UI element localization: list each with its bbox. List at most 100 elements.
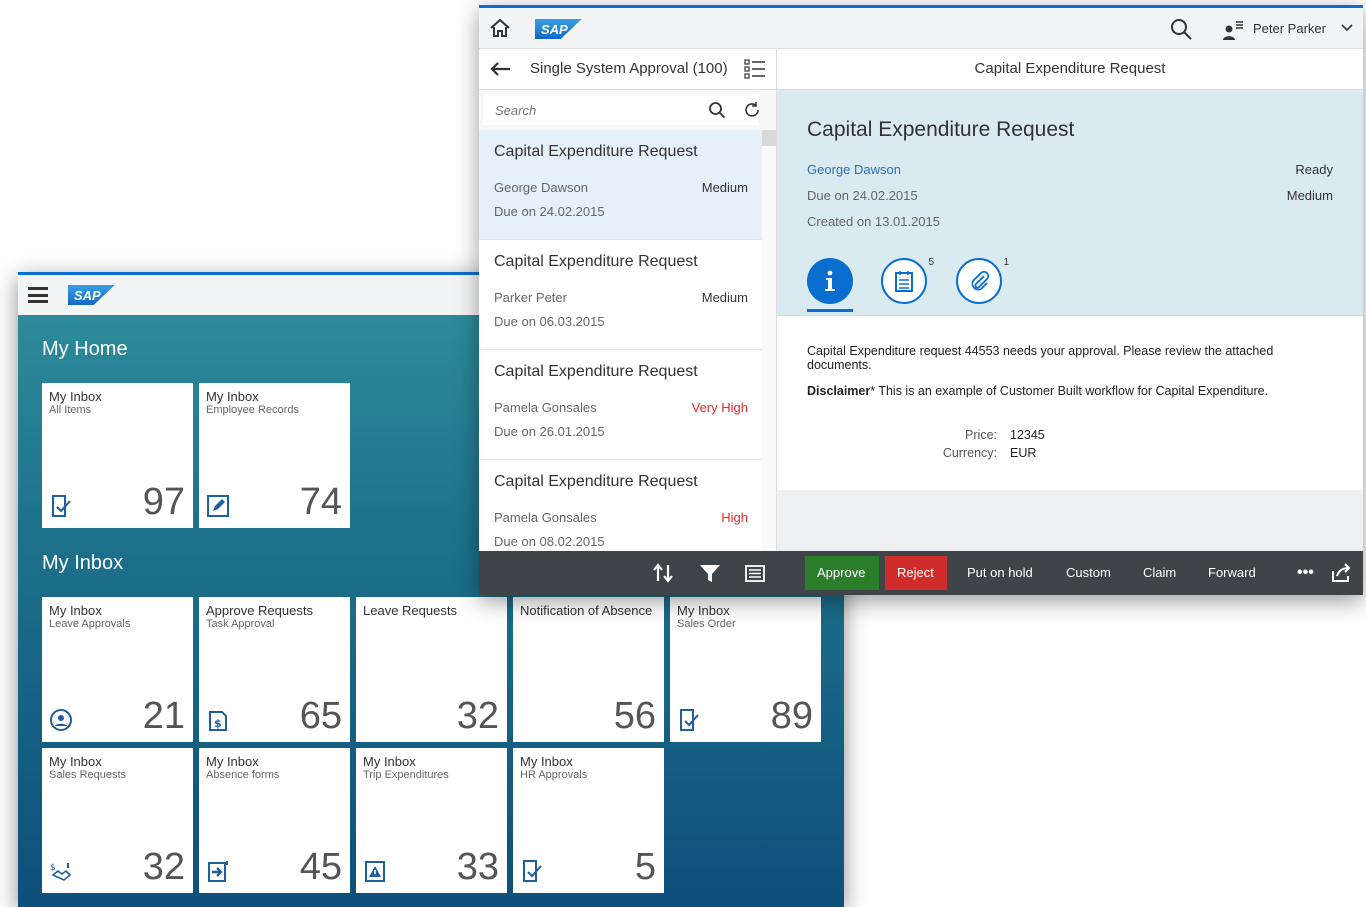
detail-pane: Capital Expenditure Request Capital Expe…: [777, 49, 1363, 551]
tab-notes[interactable]: 5: [881, 257, 934, 304]
tile-trip-expenditures[interactable]: My Inbox Trip Expenditures 33: [356, 748, 507, 893]
list-item[interactable]: Capital Expenditure Request Parker Peter…: [479, 240, 762, 350]
tile-count: 89: [770, 695, 813, 737]
tile-subtitle: Sales Order: [677, 618, 736, 630]
share-icon[interactable]: [1330, 563, 1352, 583]
user-icon: [1223, 21, 1243, 40]
item-priority: Very High: [691, 400, 748, 415]
info-icon: [825, 270, 835, 291]
home-icon[interactable]: [489, 18, 511, 38]
list-icon[interactable]: [744, 59, 766, 79]
section-title-home: My Home: [42, 338, 128, 360]
tile-count: 5: [634, 846, 656, 888]
menu-icon[interactable]: [28, 287, 48, 303]
tile-count: 32: [456, 695, 499, 737]
approval-window: SAP Peter Parker Single System Approval …: [479, 5, 1363, 595]
tile-count: 74: [299, 481, 342, 523]
sort-icon[interactable]: [652, 563, 674, 583]
tile-title: My Inbox: [206, 754, 259, 769]
tile-leave-requests[interactable]: Leave Requests 32: [356, 597, 507, 742]
tile-sales-requests[interactable]: My Inbox Sales Requests $ 32: [42, 748, 193, 893]
disclaimer: Disclaimer* This is an example of Custom…: [807, 384, 1268, 398]
tile-count: 65: [299, 695, 342, 737]
tile-title: My Inbox: [49, 389, 102, 404]
master-list: Single System Approval (100) Capital Exp…: [479, 49, 777, 570]
list-item[interactable]: Capital Expenditure Request George Dawso…: [479, 130, 762, 240]
tile-approve-requests[interactable]: Approve Requests Task Approval $ 65: [199, 597, 350, 742]
refresh-icon[interactable]: [743, 101, 761, 119]
tile-subtitle: All Items: [49, 404, 92, 416]
search-icon[interactable]: [708, 101, 726, 119]
detail-header: Capital Expenditure Request: [777, 49, 1363, 90]
forward-button[interactable]: Forward: [1196, 556, 1268, 590]
reject-button[interactable]: Reject: [885, 556, 947, 590]
tile-title: My Inbox: [206, 389, 259, 404]
tile-leave-approvals[interactable]: My Inbox Leave Approvals 21: [42, 597, 193, 742]
tile-inbox-employee-records[interactable]: My Inbox Employee Records 74: [199, 383, 350, 528]
currency-value: EUR: [1010, 446, 1037, 460]
tab-information[interactable]: [807, 258, 853, 304]
attachments-count: 1: [1003, 257, 1009, 268]
tile-subtitle: Trip Expenditures: [363, 769, 449, 781]
tile-notification-of-absence[interactable]: Notification of Absence 56: [513, 597, 664, 742]
task-check-icon: [52, 495, 71, 517]
user-name[interactable]: Peter Parker: [1253, 21, 1326, 36]
task-check-icon: [680, 709, 699, 731]
back-arrow-icon[interactable]: [489, 61, 511, 77]
footer-toolbar: Approve Reject Put on hold Custom Claim …: [479, 551, 1363, 595]
scrollbar[interactable]: [762, 130, 776, 551]
deal-icon: $: [50, 863, 72, 881]
tile-count: 97: [142, 481, 185, 523]
item-priority: Medium: [701, 290, 748, 305]
tile-hr-approvals[interactable]: My Inbox HR Approvals 5: [513, 748, 664, 893]
tab-attachments[interactable]: 1: [956, 257, 1009, 304]
item-name: Pamela Gonsales: [494, 510, 597, 525]
tile-count: 21: [142, 695, 185, 737]
more-button[interactable]: •••: [1285, 556, 1326, 590]
priority-text: Medium: [1286, 188, 1333, 203]
item-title: Capital Expenditure Request: [494, 473, 698, 490]
claim-button[interactable]: Claim: [1131, 556, 1188, 590]
tile-sales-order[interactable]: My Inbox Sales Order 89: [670, 597, 821, 742]
scrollbar-thumb[interactable]: [762, 130, 776, 146]
tile-subtitle: HR Approvals: [520, 769, 588, 781]
object-title: Capital Expenditure Request: [807, 118, 1075, 141]
section-title-inbox: My Inbox: [42, 552, 124, 574]
tile-title: My Inbox: [49, 754, 102, 769]
item-title: Capital Expenditure Request: [494, 143, 698, 160]
edit-icon: [207, 495, 229, 517]
notes-icon: [895, 271, 913, 292]
custom-button[interactable]: Custom: [1054, 556, 1123, 590]
approve-button[interactable]: Approve: [805, 556, 879, 590]
item-due: Due on 26.01.2015: [494, 424, 605, 439]
item-priority: Medium: [701, 180, 748, 195]
tile-inbox-all-items[interactable]: My Inbox All Items 97: [42, 383, 193, 528]
tile-count: 45: [299, 846, 342, 888]
filter-icon[interactable]: [699, 563, 721, 583]
tile-count: 56: [613, 695, 656, 737]
requester-link[interactable]: George Dawson: [807, 162, 901, 177]
tile-title: My Inbox: [363, 754, 416, 769]
item-title: Capital Expenditure Request: [494, 363, 698, 380]
item-priority: High: [721, 510, 748, 525]
tile-absence-forms[interactable]: My Inbox Absence forms 45: [199, 748, 350, 893]
item-name: Pamela Gonsales: [494, 400, 597, 415]
item-title: Capital Expenditure Request: [494, 253, 698, 270]
list-item[interactable]: Capital Expenditure Request Pamela Gonsa…: [479, 350, 762, 460]
put-on-hold-button[interactable]: Put on hold: [955, 556, 1045, 590]
master-header: Single System Approval (100): [479, 49, 776, 90]
item-name: George Dawson: [494, 180, 588, 195]
tile-title: My Inbox: [520, 754, 573, 769]
object-header: Capital Expenditure Request George Dawso…: [777, 90, 1363, 316]
paperclip-icon: [971, 270, 990, 291]
sign-in-icon: [208, 861, 228, 882]
tile-subtitle: Sales Requests: [49, 769, 127, 781]
price-label: Price:: [965, 428, 997, 442]
disclaimer-label: Disclaimer: [807, 384, 871, 398]
group-icon[interactable]: [744, 563, 766, 583]
tile-subtitle: Absence forms: [206, 769, 280, 781]
chevron-down-icon[interactable]: [1341, 22, 1353, 34]
tile-count: 32: [142, 846, 185, 888]
search-icon[interactable]: [1169, 17, 1193, 41]
search-bar: [479, 90, 776, 131]
